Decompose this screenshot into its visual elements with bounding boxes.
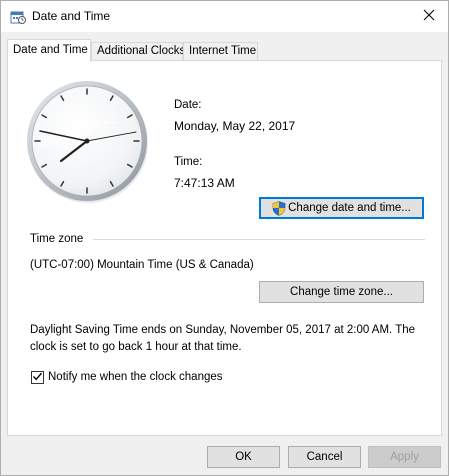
- tab-internet-time[interactable]: Internet Time: [183, 42, 258, 61]
- tab-additional-clocks[interactable]: Additional Clocks: [91, 42, 185, 61]
- ok-button[interactable]: OK: [207, 446, 280, 468]
- window-title: Date and Time: [32, 9, 111, 23]
- notify-checkbox[interactable]: [31, 371, 44, 384]
- date-time-dialog: Date and Time Date and Time Additional C…: [0, 0, 449, 476]
- analog-clock: [26, 77, 154, 205]
- tab-panel: Date: Monday, May 22, 2017 Time: 7:47:13…: [7, 60, 442, 436]
- change-time-zone-button[interactable]: Change time zone...: [259, 281, 424, 303]
- date-label: Date:: [174, 99, 202, 111]
- tab-date-and-time[interactable]: Date and Time: [7, 39, 91, 62]
- apply-button[interactable]: Apply: [368, 446, 441, 468]
- change-date-time-label: Change date and time...: [288, 202, 411, 214]
- date-value: Monday, May 22, 2017: [174, 119, 296, 133]
- date-time-icon: [10, 9, 26, 25]
- close-icon: [423, 9, 435, 24]
- time-value: 7:47:13 AM: [174, 176, 235, 190]
- notify-label[interactable]: Notify me when the clock changes: [48, 371, 223, 383]
- cancel-button[interactable]: Cancel: [288, 446, 361, 468]
- time-zone-section-label: Time zone: [30, 233, 84, 245]
- dst-notice-line-1: Daylight Saving Time ends on Sunday, Nov…: [30, 324, 416, 336]
- close-button[interactable]: [410, 1, 448, 32]
- change-time-zone-label: Change time zone...: [290, 286, 393, 298]
- time-label: Time:: [174, 156, 203, 168]
- uac-shield-icon: [272, 200, 286, 216]
- dst-notice: Daylight Saving Time ends on Sunday, Nov…: [30, 322, 415, 356]
- title-bar[interactable]: Date and Time: [1, 1, 448, 32]
- time-zone-divider: [93, 239, 425, 240]
- change-date-time-button[interactable]: Change date and time...: [259, 197, 424, 219]
- dst-notice-line-2: clock is set to go back 1 hour at that t…: [30, 341, 242, 353]
- time-zone-value: (UTC-07:00) Mountain Time (US & Canada): [30, 259, 254, 271]
- checkmark-icon: [32, 371, 43, 385]
